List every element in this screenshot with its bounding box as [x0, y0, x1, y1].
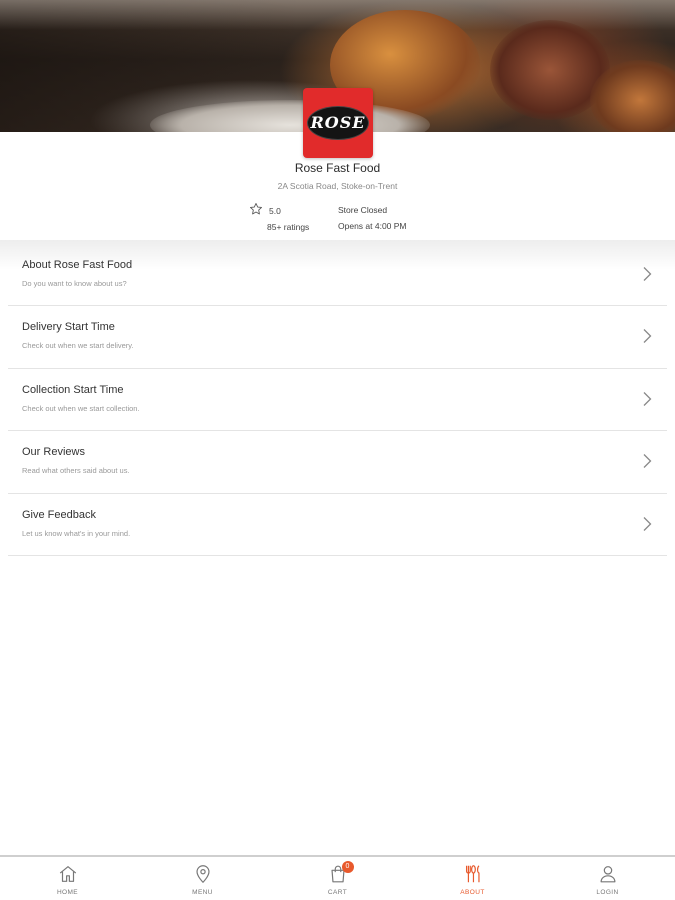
nav-login[interactable]: LOGIN	[540, 857, 675, 900]
chevron-right-icon	[643, 516, 652, 531]
menu-item-subtitle: Check out when we start collection.	[22, 403, 140, 413]
menu-item-subtitle: Check out when we start delivery.	[22, 341, 134, 351]
rating-block: 5.0 85+ ratings	[249, 202, 319, 236]
store-status: Store Closed	[338, 205, 388, 215]
nav-about[interactable]: ABOUT	[405, 857, 540, 900]
store-logo: ROSE	[303, 88, 373, 158]
menu-item-title: About Rose Fast Food	[22, 259, 133, 271]
chevron-right-icon	[643, 454, 652, 469]
menu-item-title: Delivery Start Time	[22, 321, 115, 334]
chevron-right-icon	[643, 267, 652, 281]
menu-item-title: Collection Start Time	[22, 383, 124, 396]
home-icon	[59, 866, 76, 882]
rating-count: 85+ ratings	[267, 222, 310, 232]
nav-home-label: HOME	[56, 889, 79, 896]
location-pin-icon	[195, 865, 210, 884]
nav-menu[interactable]: MENU	[135, 857, 270, 900]
chevron-right-icon	[643, 391, 652, 406]
star-outline-icon	[250, 203, 262, 215]
bottom-navigation-bar: HOME MENU 0 CART ABOUT LOGIN	[0, 855, 675, 900]
about-menu-list: About Rose Fast Food Do you want to know…	[8, 244, 667, 556]
menu-item-subtitle: Do you want to know about us?	[22, 279, 127, 288]
nav-cart-label: CART	[327, 889, 348, 896]
store-status-block: Store Closed Opens at 4:00 PM	[338, 205, 458, 231]
logo-wordmark: ROSE	[310, 113, 366, 132]
store-name: Rose Fast Food	[294, 161, 381, 175]
user-icon	[600, 866, 615, 883]
menu-item-give-feedback[interactable]: Give Feedback Let us know what's in your…	[8, 494, 667, 556]
chevron-right-icon	[643, 329, 652, 344]
menu-item-about[interactable]: About Rose Fast Food Do you want to know…	[8, 244, 667, 307]
store-opening-time: Opens at 4:00 PM	[338, 221, 407, 231]
rating-value: 5.0	[269, 206, 281, 216]
store-address: 2A Scotia Road, Stoke-on-Trent	[277, 181, 398, 191]
menu-item-title: Give Feedback	[22, 508, 96, 521]
nav-menu-label: MENU	[192, 889, 213, 896]
cart-count-badge: 0	[341, 861, 354, 873]
nav-cart[interactable]: 0 CART	[270, 857, 405, 900]
menu-item-subtitle: Read what others said about us.	[22, 466, 130, 476]
menu-item-our-reviews[interactable]: Our Reviews Read what others said about …	[8, 431, 667, 494]
nav-about-label: ABOUT	[460, 889, 485, 896]
menu-item-collection-start-time[interactable]: Collection Start Time Check out when we …	[8, 369, 667, 432]
menu-item-subtitle: Let us know what's in your mind.	[22, 528, 131, 538]
menu-item-title: Our Reviews	[22, 446, 85, 459]
menu-item-delivery-start-time[interactable]: Delivery Start Time Check out when we st…	[8, 306, 667, 369]
nav-home[interactable]: HOME	[0, 857, 135, 900]
nav-login-label: LOGIN	[596, 889, 619, 896]
utensils-icon	[465, 865, 480, 883]
